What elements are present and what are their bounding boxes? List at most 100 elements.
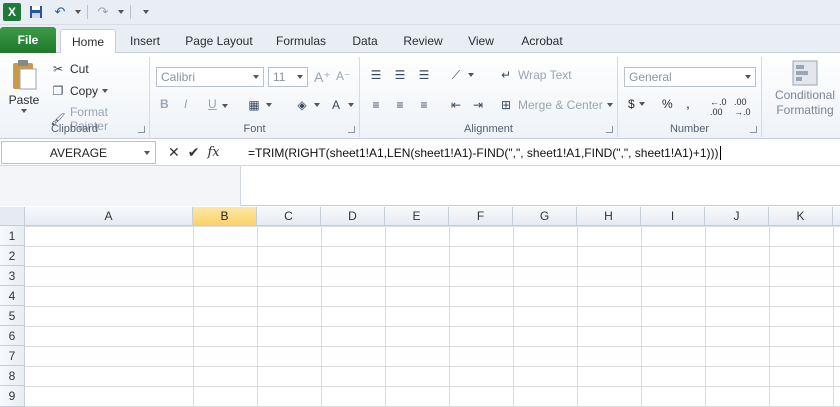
underline-button[interactable]: U <box>208 97 217 111</box>
center-button[interactable]: ≡ <box>392 97 408 113</box>
font-size-value: 11 <box>273 70 286 84</box>
formula-bar-left-panel <box>0 166 241 206</box>
column-header-j[interactable]: J <box>705 207 769 226</box>
row-header-5[interactable]: 5 <box>0 306 25 326</box>
toolbar-separator <box>87 5 88 19</box>
merge-center-label: Merge & Center <box>518 98 603 112</box>
tab-page-layout[interactable]: Page Layout <box>180 29 258 53</box>
align-left-button[interactable]: ≡ <box>368 97 384 113</box>
chevron-down-icon[interactable] <box>144 151 150 155</box>
number-launcher-icon[interactable] <box>750 126 757 133</box>
row-header-6[interactable]: 6 <box>0 326 25 346</box>
decrease-decimal-button[interactable]: .00 →.0 <box>734 97 751 117</box>
font-name-combo[interactable]: Calibri <box>156 67 264 87</box>
increase-decimal-icon: ←.0.00 <box>710 97 727 117</box>
undo-dropdown-icon[interactable] <box>75 10 81 14</box>
column-header-h[interactable]: H <box>577 207 641 226</box>
merge-dropdown-icon[interactable] <box>606 103 613 107</box>
increase-indent-icon: ⇥ <box>472 98 484 112</box>
borders-button[interactable]: ▦ <box>246 97 272 113</box>
tab-data[interactable]: Data <box>343 29 387 53</box>
increase-indent-button[interactable]: ⇥ <box>470 97 486 113</box>
column-header-c[interactable]: C <box>257 207 321 226</box>
column-header-k[interactable]: K <box>769 207 833 226</box>
tab-formulas[interactable]: Formulas <box>268 29 334 53</box>
clipboard-launcher-icon[interactable] <box>138 126 145 133</box>
cut-button[interactable]: ✂ Cut <box>50 61 89 77</box>
italic-button[interactable]: I <box>184 97 187 111</box>
currency-button[interactable]: $ <box>628 97 645 111</box>
font-size-combo[interactable]: 11 <box>268 67 308 87</box>
font-launcher-icon[interactable] <box>348 126 355 133</box>
styles-group: Conditional Formatting <box>762 57 840 137</box>
gridline <box>385 226 386 407</box>
wrap-text-button[interactable]: ↵ Wrap Text <box>498 67 572 83</box>
bottom-align-button[interactable]: ☰ <box>416 67 432 83</box>
alignment-group: ☰ ☰ ☰ ⟋ ↵ Wrap Text ≡ ≡ ≡ ⇤ ⇥ ⊞ Merge & … <box>360 57 618 137</box>
customize-icon[interactable] <box>137 3 155 21</box>
copy-dropdown-icon[interactable] <box>102 89 109 93</box>
font-color-button[interactable]: A <box>328 97 354 113</box>
grow-font-button[interactable]: A⁺ <box>314 69 331 86</box>
increase-decimal-button[interactable]: ←.0.00 <box>710 97 727 117</box>
underline-dropdown-icon[interactable] <box>222 104 228 108</box>
gridline <box>641 226 642 407</box>
gridline <box>577 226 578 407</box>
paste-dropdown-icon[interactable] <box>21 109 27 113</box>
row-header-7[interactable]: 7 <box>0 346 25 366</box>
orientation-button[interactable]: ⟋ <box>448 67 474 83</box>
column-header-f[interactable]: F <box>449 207 513 226</box>
column-header-g[interactable]: G <box>513 207 577 226</box>
column-header-e[interactable]: E <box>385 207 449 226</box>
gridline <box>321 226 322 407</box>
row-header-1[interactable]: 1 <box>0 226 25 246</box>
tab-view[interactable]: View <box>459 29 503 53</box>
copy-button[interactable]: ❐ Copy <box>50 83 109 99</box>
formula-input[interactable]: =TRIM(RIGHT(sheet1!A1,LEN(sheet1!A1)-FIN… <box>242 141 839 164</box>
cancel-icon[interactable]: ✕ <box>168 144 180 161</box>
tab-file[interactable]: File <box>0 27 56 53</box>
top-align-button[interactable]: ☰ <box>368 67 384 83</box>
align-left-icon: ≡ <box>372 98 380 112</box>
select-all-corner[interactable] <box>0 207 25 226</box>
tab-review[interactable]: Review <box>397 29 449 53</box>
decrease-indent-button[interactable]: ⇤ <box>448 97 464 113</box>
merge-center-button[interactable]: ⊞ Merge & Center <box>498 97 613 113</box>
number-format-combo[interactable]: General <box>624 67 756 87</box>
grow-font-icon: A⁺ <box>314 69 331 85</box>
row-header-2[interactable]: 2 <box>0 246 25 266</box>
align-right-button[interactable]: ≡ <box>416 97 432 113</box>
insert-function-icon[interactable]: fx <box>207 145 219 160</box>
tab-home[interactable]: Home <box>60 29 116 54</box>
comma-button[interactable]: , <box>686 95 690 111</box>
save-icon[interactable] <box>27 3 45 21</box>
column-header-d[interactable]: D <box>321 207 385 226</box>
tab-insert[interactable]: Insert <box>121 29 169 53</box>
column-header-b[interactable]: B <box>193 207 257 226</box>
row-header-3[interactable]: 3 <box>0 266 25 286</box>
alignment-launcher-icon[interactable] <box>606 126 613 133</box>
conditional-formatting-button[interactable]: Conditional Formatting <box>770 59 840 117</box>
bold-button[interactable]: B <box>160 97 169 111</box>
clipboard-group: Paste ✂ Cut ❐ Copy 🖌 Format Painter Clip… <box>0 57 150 137</box>
cell-grid[interactable] <box>25 226 840 407</box>
shrink-font-button[interactable]: A⁻ <box>336 69 350 83</box>
column-header-partial[interactable] <box>833 207 840 226</box>
redo-dropdown-icon[interactable] <box>118 10 124 14</box>
redo-icon[interactable]: ↷ <box>94 3 112 21</box>
middle-align-button[interactable]: ☰ <box>392 67 408 83</box>
name-box[interactable]: AVERAGE <box>1 141 156 164</box>
paste-button[interactable]: Paste <box>6 59 42 113</box>
excel-app-icon[interactable]: X <box>3 3 21 21</box>
fill-color-button[interactable]: ◈ <box>294 97 320 113</box>
column-header-i[interactable]: I <box>641 207 705 226</box>
row-header-4[interactable]: 4 <box>0 286 25 306</box>
font-name-value: Calibri <box>161 70 196 84</box>
row-header-9[interactable]: 9 <box>0 386 25 407</box>
enter-icon[interactable]: ✔ <box>188 144 200 161</box>
percent-button[interactable]: % <box>662 97 673 111</box>
column-header-a[interactable]: A <box>25 207 193 226</box>
tab-acrobat[interactable]: Acrobat <box>512 29 572 53</box>
row-header-8[interactable]: 8 <box>0 366 25 386</box>
undo-icon[interactable]: ↶ <box>51 3 69 21</box>
